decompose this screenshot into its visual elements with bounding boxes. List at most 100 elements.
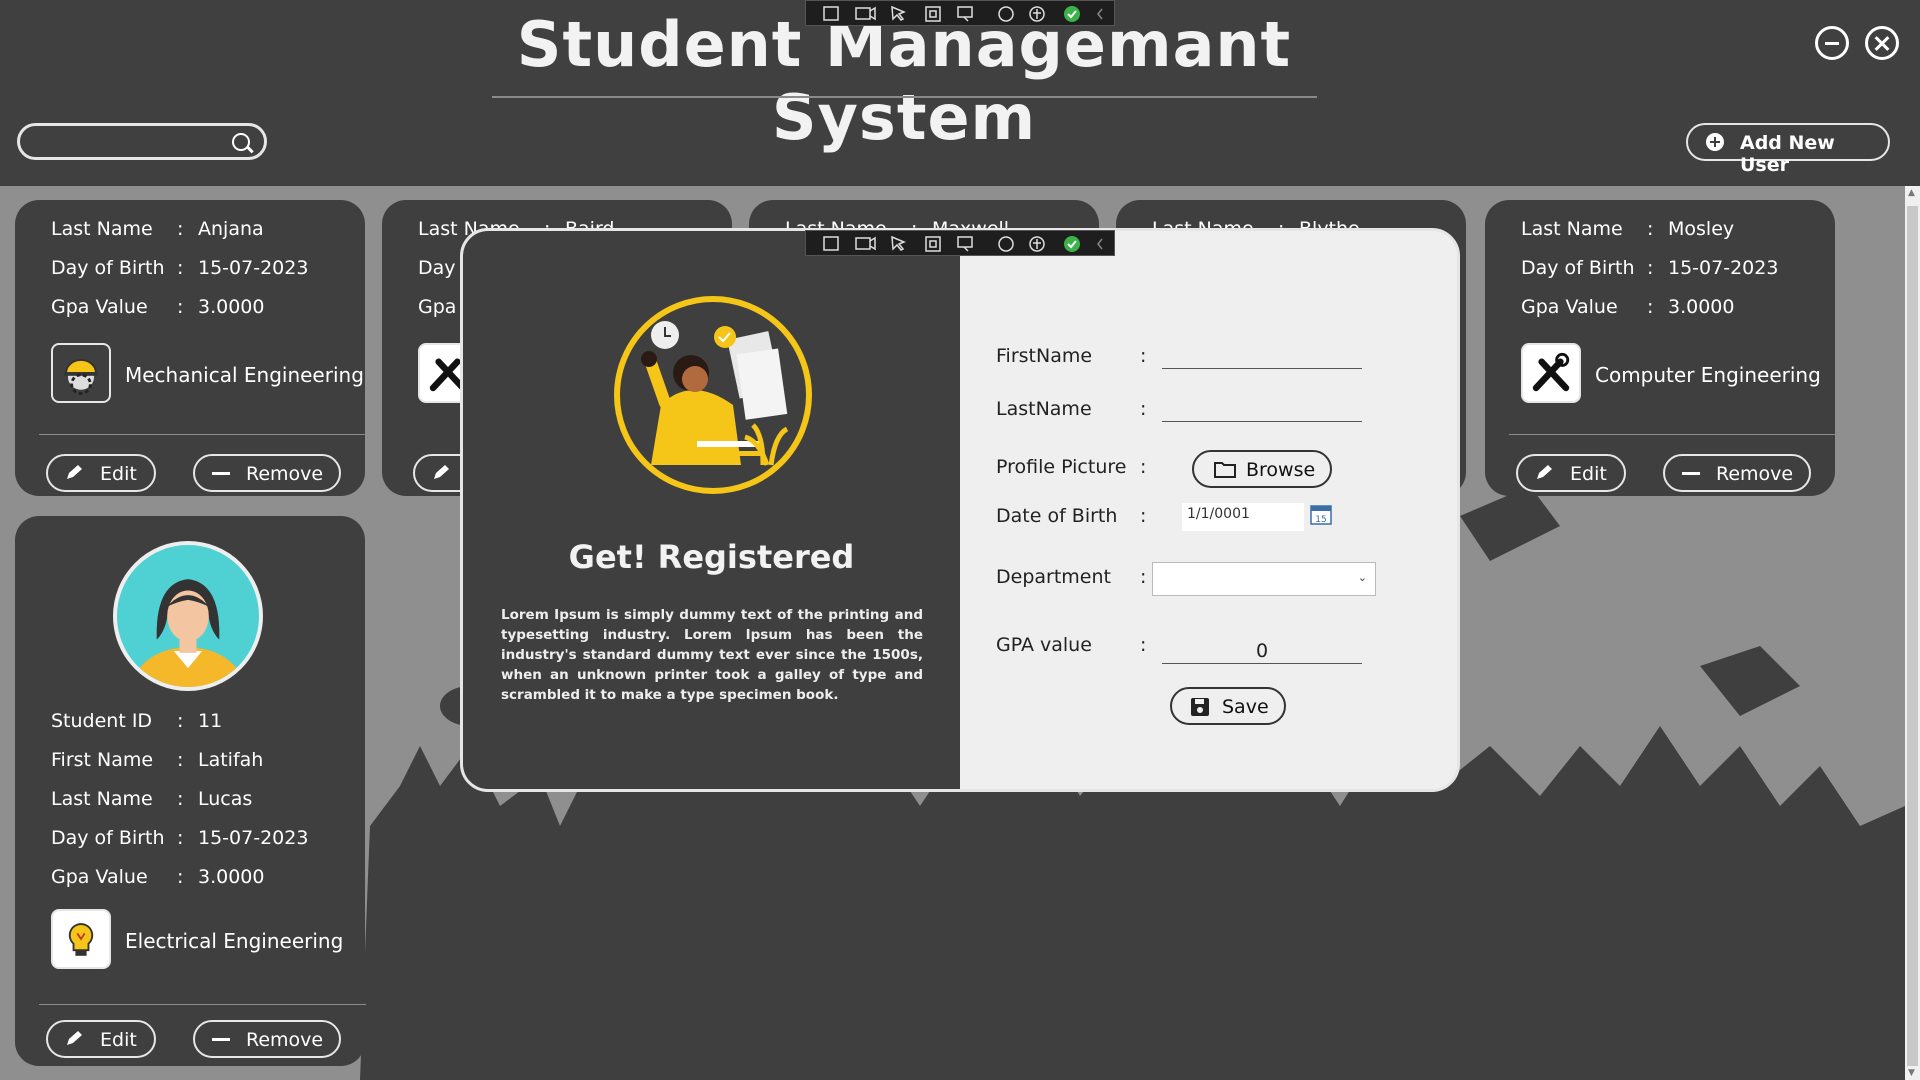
edit-button[interactable]: Edit [1516,454,1626,492]
debug-toolbar-icons[interactable] [806,231,1116,257]
scroll-down-icon[interactable]: ▼ [1908,1068,1915,1078]
colon: : [177,788,184,810]
colon: : [1140,345,1147,367]
colon: : [1647,218,1654,240]
department-label: Mechanical Engineering [125,363,364,387]
colon: : [1140,505,1147,527]
colon: : [177,218,184,240]
modal-heading: Get! Registered [568,538,855,576]
value-gpa: 3.0000 [1668,296,1735,318]
app-title: Student Managemant System [516,8,1292,154]
add-new-user-button[interactable]: Add New User [1686,123,1890,176]
edit-button[interactable]: Edit [46,454,156,492]
calendar-icon[interactable]: 15 [1310,503,1332,525]
department-select[interactable]: ⌄ [1152,562,1376,596]
vertical-scrollbar[interactable]: ▲ ▼ [1905,186,1920,1080]
search-box [17,123,267,160]
pencil-icon [434,465,449,479]
remove-label: Remove [246,1029,324,1051]
remove-label: Remove [1716,463,1794,485]
modal-description: Lorem Ipsum is simply dummy text of the … [501,607,923,703]
folder-icon [1214,462,1236,478]
card-divider [39,1004,366,1005]
label-gpa: Gpa Value [51,296,148,318]
colon: : [1140,456,1147,478]
card-divider [1509,434,1836,435]
remove-button[interactable]: Remove [193,454,341,492]
colon: : [177,296,184,318]
chevron-down-icon: ⌄ [1357,571,1367,584]
browse-button[interactable]: Browse [1192,450,1332,488]
debug-toolbar [805,0,1115,26]
card-divider [39,434,366,435]
colon: : [177,827,184,849]
registration-modal: Get! Registered Lorem Ipsum is simply du… [460,228,1460,792]
title-underline [492,96,1317,98]
value-last-name: Mosley [1668,218,1735,240]
value-first-name: Latifah [198,749,264,771]
header: Student Managemant System Add New User [0,0,1920,186]
minus-icon [212,472,230,475]
colon: : [1140,398,1147,420]
department-label: Electrical Engineering [125,929,344,953]
department-label: Computer Engineering [1595,363,1821,387]
department-field-label: Department [996,566,1111,588]
edit-label: Edit [100,1029,137,1051]
colon: : [177,257,184,279]
colon: : [177,866,184,888]
minimize-icon[interactable] [1815,26,1849,60]
debug-toolbar-icons[interactable] [806,1,1116,27]
dob-date-picker[interactable]: 1/1/0001 [1182,503,1304,531]
student-illustration [614,296,812,494]
profile-picture-label: Profile Picture [996,456,1127,478]
gpa-underline [1162,663,1362,664]
label-last-name: Last Name [51,788,153,810]
edit-button[interactable]: Edit [46,1020,156,1058]
last-name-underline [1162,421,1362,422]
label-dob: Day of Birth [51,257,165,279]
edit-label: Edit [1570,463,1607,485]
tools-icon [1521,343,1581,403]
modal-info-panel: Get! Registered Lorem Ipsum is simply du… [463,231,960,789]
search-icon[interactable] [232,133,250,151]
value-student-id: 11 [198,710,223,732]
colon: : [177,710,184,732]
label-first-name: First Name [51,749,154,771]
edit-label: Edit [100,463,137,485]
first-name-underline [1162,368,1362,369]
value-last-name: Lucas [198,788,253,810]
scrollbar-thumb[interactable] [1907,206,1918,1066]
last-name-input[interactable] [1162,392,1366,420]
first-name-input[interactable] [1162,339,1366,367]
student-card-detailed: Student ID : 11 First Name : Latifah Las… [15,516,366,1066]
pencil-icon [67,465,82,479]
value-dob: 15-07-2023 [1668,257,1779,279]
engineer-helmet-icon [51,343,111,403]
app-window: Student Managemant System Add New User L… [0,0,1920,1080]
plus-circle-icon [1706,133,1724,151]
label-gpa: Gpa Value [51,866,148,888]
minus-icon [1682,472,1700,475]
remove-button[interactable]: Remove [193,1020,341,1058]
value-last-name: Anjana [198,218,264,240]
colon: : [1140,634,1147,656]
floppy-disk-icon [1191,698,1209,716]
label-last-name: Last Name [1521,218,1623,240]
avatar [113,541,263,691]
remove-button[interactable]: Remove [1663,454,1811,492]
value-dob: 15-07-2023 [198,827,309,849]
close-window-icon[interactable] [1865,26,1899,60]
gpa-label: GPA value [996,634,1092,656]
calendar-day-text: 15 [1315,515,1326,525]
gpa-input[interactable]: 0 [1162,640,1362,662]
search-input[interactable] [34,130,228,156]
pencil-icon [67,1031,82,1045]
label-last-name: Last Name [51,218,153,240]
first-name-label: FirstName [996,345,1093,367]
value-gpa: 3.0000 [198,866,265,888]
lightbulb-icon [51,909,111,969]
add-new-user-label: Add New User [1740,132,1835,176]
scroll-up-icon[interactable]: ▲ [1908,188,1915,198]
debug-toolbar [805,230,1115,256]
save-button[interactable]: Save [1170,687,1286,725]
